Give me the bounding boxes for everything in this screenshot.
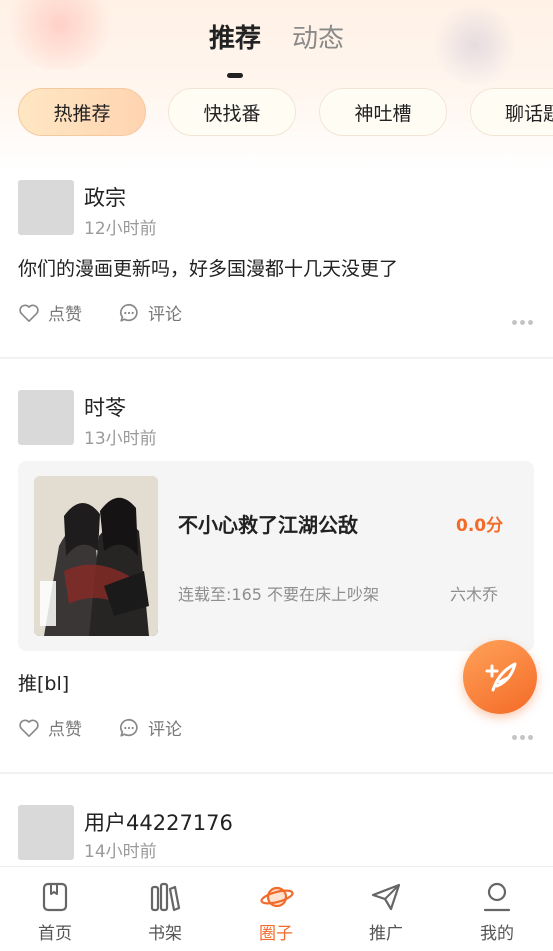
- post-time: 13小时前: [84, 429, 157, 449]
- comment-button[interactable]: 评论: [118, 715, 182, 740]
- comment-icon: [120, 718, 138, 737]
- chip-roast[interactable]: 神吐槽: [319, 88, 447, 136]
- divider: [0, 772, 553, 774]
- comment-label: 评论: [148, 305, 182, 325]
- book-update-status: 连载至:165 不要在床上吵架: [178, 585, 380, 604]
- nav-label: 书架: [148, 924, 182, 944]
- like-button[interactable]: 点赞: [18, 715, 82, 740]
- book-cover-image[interactable]: [34, 476, 158, 636]
- nav-promote[interactable]: 推广: [331, 867, 441, 951]
- chip-hot-recommend[interactable]: 热推荐: [18, 88, 146, 136]
- nav-home[interactable]: 首页: [0, 867, 110, 951]
- quill-plus-icon: [485, 662, 517, 692]
- post-username[interactable]: 时苓: [84, 392, 126, 422]
- avatar[interactable]: [18, 805, 74, 860]
- tab-recommend[interactable]: 推荐: [209, 18, 261, 55]
- top-tab-bar: 推荐 动态: [0, 18, 553, 78]
- nav-label: 我的: [480, 924, 514, 944]
- more-options-icon[interactable]: [512, 725, 538, 740]
- comment-button[interactable]: 评论: [118, 300, 182, 325]
- book-author: 六木乔: [450, 585, 499, 604]
- active-tab-indicator: [227, 73, 243, 78]
- like-button[interactable]: 点赞: [18, 300, 82, 325]
- book-card[interactable]: 不小心救了江湖公敌 0.0分 连载至:165 不要在床上吵架 六木乔: [18, 461, 534, 651]
- paper-plane-icon: [371, 883, 401, 911]
- comment-icon: [120, 303, 138, 322]
- home-book-icon: [42, 882, 68, 912]
- bottom-navigation: 首页 书架 圈子 推广 我的: [0, 866, 553, 951]
- tab-feed[interactable]: 动态: [292, 18, 344, 55]
- post-content[interactable]: 推[bl]: [18, 669, 69, 696]
- avatar[interactable]: [18, 180, 74, 235]
- nav-label: 首页: [38, 924, 72, 944]
- nav-mine[interactable]: 我的: [442, 867, 552, 951]
- nav-bookshelf[interactable]: 书架: [110, 867, 220, 951]
- category-chip-row[interactable]: 热推荐 快找番 神吐槽 聊话题: [18, 88, 553, 138]
- heart-icon: [19, 719, 39, 737]
- nav-label: 圈子: [259, 924, 293, 944]
- cover-illustration: [34, 476, 158, 636]
- post-time: 14小时前: [84, 842, 157, 862]
- bookshelf-icon: [150, 882, 181, 912]
- post-username[interactable]: 政宗: [84, 182, 126, 212]
- chip-topics[interactable]: 聊话题: [470, 88, 553, 136]
- nav-circle[interactable]: 圈子: [221, 867, 331, 951]
- chip-find-anime[interactable]: 快找番: [168, 88, 296, 136]
- post-content[interactable]: 你们的漫画更新吗，好多国漫都十几天没更了: [18, 254, 398, 281]
- nav-label: 推广: [369, 924, 403, 944]
- book-score: 0.0分: [456, 516, 504, 536]
- more-options-icon[interactable]: [512, 310, 538, 325]
- user-icon: [483, 882, 511, 912]
- like-label: 点赞: [48, 720, 82, 740]
- post-username[interactable]: 用户44227176: [84, 807, 233, 837]
- planet-icon: [260, 886, 294, 908]
- post-actions: 点赞 评论: [18, 715, 538, 745]
- post-actions: 点赞 评论: [18, 300, 538, 330]
- comment-label: 评论: [148, 720, 182, 740]
- create-post-button[interactable]: [463, 640, 537, 714]
- post-time: 12小时前: [84, 219, 157, 239]
- avatar[interactable]: [18, 390, 74, 445]
- heart-icon: [19, 304, 39, 322]
- divider: [0, 357, 553, 359]
- like-label: 点赞: [48, 305, 82, 325]
- book-title[interactable]: 不小心救了江湖公敌: [178, 509, 358, 538]
